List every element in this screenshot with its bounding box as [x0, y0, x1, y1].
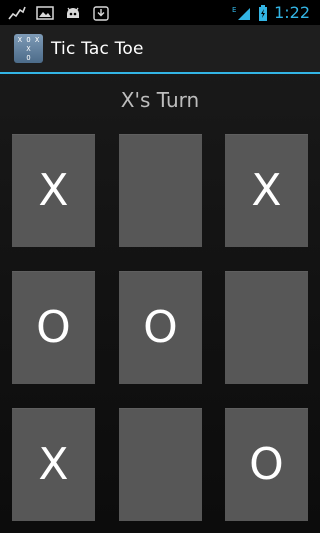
- board-cell-2[interactable]: [119, 134, 202, 247]
- board-cell-7[interactable]: X: [12, 408, 95, 521]
- board-cell-5[interactable]: O: [119, 271, 202, 384]
- board-cell-4[interactable]: O: [12, 271, 95, 384]
- board-cell-9[interactable]: O: [225, 408, 308, 521]
- game-board: X X O O X O: [0, 0, 320, 533]
- board-cell-1[interactable]: X: [12, 134, 95, 247]
- app-screen: E 1:22 X O X X O Tic Tac Toe X's Turn X …: [0, 0, 320, 533]
- board-cell-8[interactable]: [119, 408, 202, 521]
- board-cell-3[interactable]: X: [225, 134, 308, 247]
- board-cell-6[interactable]: [225, 271, 308, 384]
